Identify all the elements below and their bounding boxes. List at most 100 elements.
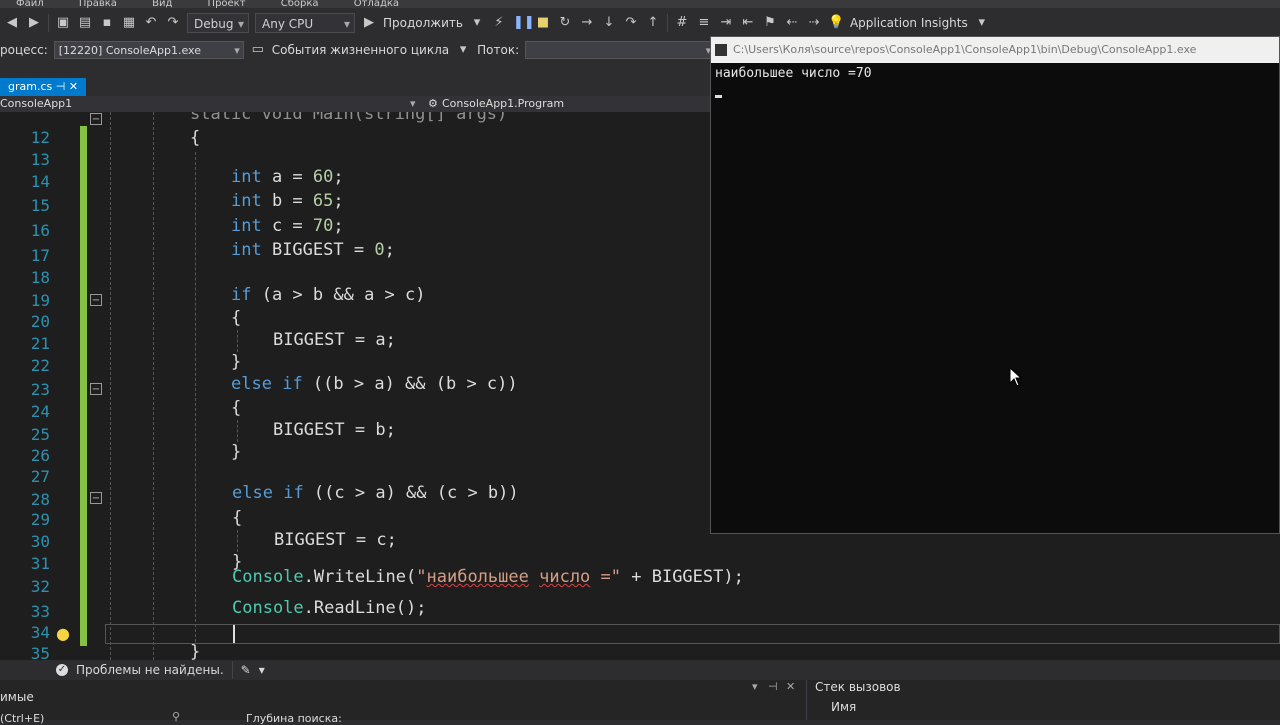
code-line-20: { xyxy=(231,308,241,328)
code-text: ((b > a) && (b > c)) xyxy=(302,374,518,394)
collapse-icon[interactable]: − xyxy=(90,383,102,395)
thread-select[interactable] xyxy=(525,41,716,60)
line-number: 33 xyxy=(30,602,50,621)
console-cursor xyxy=(715,95,722,98)
navigation-bar: ConsoleApp1 ▾ ⚙ ConsoleApp1.Program xyxy=(0,96,710,112)
collapse-icon[interactable]: − xyxy=(90,294,102,306)
close-icon[interactable]: ✕ xyxy=(69,80,78,93)
platform-select[interactable]: Any CPU xyxy=(255,13,355,34)
step-over-icon[interactable]: ↷ xyxy=(623,15,639,31)
menu-edit[interactable]: Правка xyxy=(63,0,133,8)
step-into-icon[interactable]: ↓ xyxy=(601,15,617,31)
code-line-24: { xyxy=(231,398,241,418)
tab-program-cs[interactable]: gram.cs ⊣ ✕ xyxy=(0,78,87,96)
forward-icon[interactable]: ▶ xyxy=(26,15,42,31)
chevron-down-icon[interactable]: ▾ xyxy=(752,680,758,693)
menu-view[interactable]: Вид xyxy=(136,0,188,8)
pin-icon[interactable]: ⊣ xyxy=(768,680,778,693)
process-select[interactable]: [12220] ConsoleApp1.exe xyxy=(53,41,244,60)
indent-icon[interactable]: ⇥ xyxy=(718,15,734,31)
prev-bookmark-icon[interactable]: ⇠ xyxy=(784,15,800,31)
application-insights-button[interactable]: Application Insights xyxy=(850,16,968,30)
menu-debug[interactable]: Отладка xyxy=(338,0,415,8)
line-number: 32 xyxy=(30,577,50,596)
code-text: BIGGEST = c; xyxy=(274,530,397,550)
chevron-down-icon[interactable]: ▾ xyxy=(455,42,471,58)
stop-icon[interactable]: ■ xyxy=(535,15,551,31)
comment-icon[interactable]: ≡ xyxy=(696,15,712,31)
next-bookmark-icon[interactable]: ⇢ xyxy=(806,15,822,31)
string-literal: " xyxy=(416,567,427,587)
search-depth-label: Глубина поиска: xyxy=(246,712,342,725)
redo-icon[interactable]: ↷ xyxy=(165,15,181,31)
indent-guide xyxy=(237,420,238,442)
line-number: 26 xyxy=(30,446,50,465)
project-dropdown[interactable]: ConsoleApp1 xyxy=(0,96,410,112)
bookmark-icon[interactable]: # xyxy=(674,15,690,31)
string-literal: =" xyxy=(590,567,622,587)
code-text: BIGGEST = xyxy=(261,240,375,260)
code-text: ; xyxy=(384,240,395,260)
console-title-bar[interactable]: C:\Users\Коля\source\repos\ConsoleApp1\C… xyxy=(711,37,1279,63)
continue-button[interactable]: Продолжить xyxy=(383,16,463,30)
chevron-down-icon[interactable]: ▾ xyxy=(974,15,990,31)
code-text: { xyxy=(231,308,242,328)
code-text: + BIGGEST); xyxy=(621,567,744,587)
step-out-icon[interactable]: ↑ xyxy=(645,15,661,31)
change-tracking-bar xyxy=(80,126,87,646)
outdent-icon[interactable]: ⇤ xyxy=(740,15,756,31)
hot-reload-icon[interactable]: ⚡ xyxy=(491,15,507,31)
call-stack-name-column[interactable]: Имя xyxy=(831,700,856,714)
dropdown-icon[interactable]: ▾ xyxy=(469,15,485,31)
chevron-down-icon[interactable]: ▾ xyxy=(259,660,265,680)
configuration-select[interactable]: Debug xyxy=(187,13,249,34)
code-text: c = xyxy=(261,216,313,236)
close-icon[interactable]: ✕ xyxy=(786,680,795,693)
lifecycle-events-button[interactable]: События жизненного цикла xyxy=(272,43,449,57)
menu-project[interactable]: Проект xyxy=(192,0,262,8)
line-number: 23 xyxy=(30,380,50,399)
keyword-int: int xyxy=(231,167,262,187)
indent-guide xyxy=(237,530,238,552)
new-project-icon[interactable]: ▣ xyxy=(55,15,71,31)
number-literal: 60 xyxy=(312,167,334,187)
code-text: } xyxy=(231,442,242,462)
chevron-down-icon[interactable]: ▾ xyxy=(410,96,416,112)
search-icon[interactable]: ⚲ xyxy=(172,710,180,723)
menu-bar: Файл Правка Вид Проект Сборка Отладка xyxy=(0,0,1280,8)
console-window[interactable]: C:\Users\Коля\source\repos\ConsoleApp1\C… xyxy=(710,36,1280,534)
pause-icon[interactable]: ❚❚ xyxy=(513,15,535,31)
search-hint[interactable]: (Ctrl+E) xyxy=(0,712,44,725)
lightbulb-icon[interactable]: ● xyxy=(54,624,72,644)
keyword-else: else xyxy=(232,483,273,503)
collapse-icon[interactable]: − xyxy=(90,113,102,125)
code-text: BIGGEST = b; xyxy=(273,420,396,440)
indent-guide xyxy=(195,152,196,642)
save-icon[interactable]: ▪ xyxy=(99,15,115,31)
lifecycle-icon: ▭ xyxy=(251,42,264,57)
save-all-icon[interactable]: ▦ xyxy=(121,15,137,31)
number-literal: 70 xyxy=(312,216,334,236)
code-line-33: Console.ReadLine(); xyxy=(232,598,426,618)
collapse-icon[interactable]: − xyxy=(90,492,102,504)
code-line-16: int c = 70; xyxy=(231,216,344,236)
flag-icon[interactable]: ⚑ xyxy=(762,15,778,31)
restart-icon[interactable]: ↻ xyxy=(557,15,573,31)
play-icon[interactable]: ▶ xyxy=(361,15,377,31)
class-dropdown[interactable]: ConsoleApp1.Program xyxy=(442,96,564,112)
call-stack-title: Стек вызовов xyxy=(815,680,901,694)
open-folder-icon[interactable]: ▤ xyxy=(77,15,93,31)
back-icon[interactable]: ◀ xyxy=(4,15,20,31)
line-number: 27 xyxy=(30,467,50,486)
menu-build[interactable]: Сборка xyxy=(265,0,335,8)
show-next-statement-icon[interactable]: → xyxy=(579,15,595,31)
code-text: (a > b && a > c) xyxy=(251,285,426,305)
menu-file[interactable]: Файл xyxy=(0,0,60,8)
pin-icon[interactable]: ⊣ xyxy=(56,80,66,93)
number-literal: 0 xyxy=(374,240,385,260)
brush-icon[interactable]: ✎ xyxy=(241,660,251,680)
problems-status[interactable]: Проблемы не найдены. xyxy=(76,660,224,680)
lightbulb-icon[interactable]: 💡 xyxy=(828,15,844,31)
undo-icon[interactable]: ↶ xyxy=(143,15,159,31)
console-output: наибольшее число =70 xyxy=(715,66,872,81)
